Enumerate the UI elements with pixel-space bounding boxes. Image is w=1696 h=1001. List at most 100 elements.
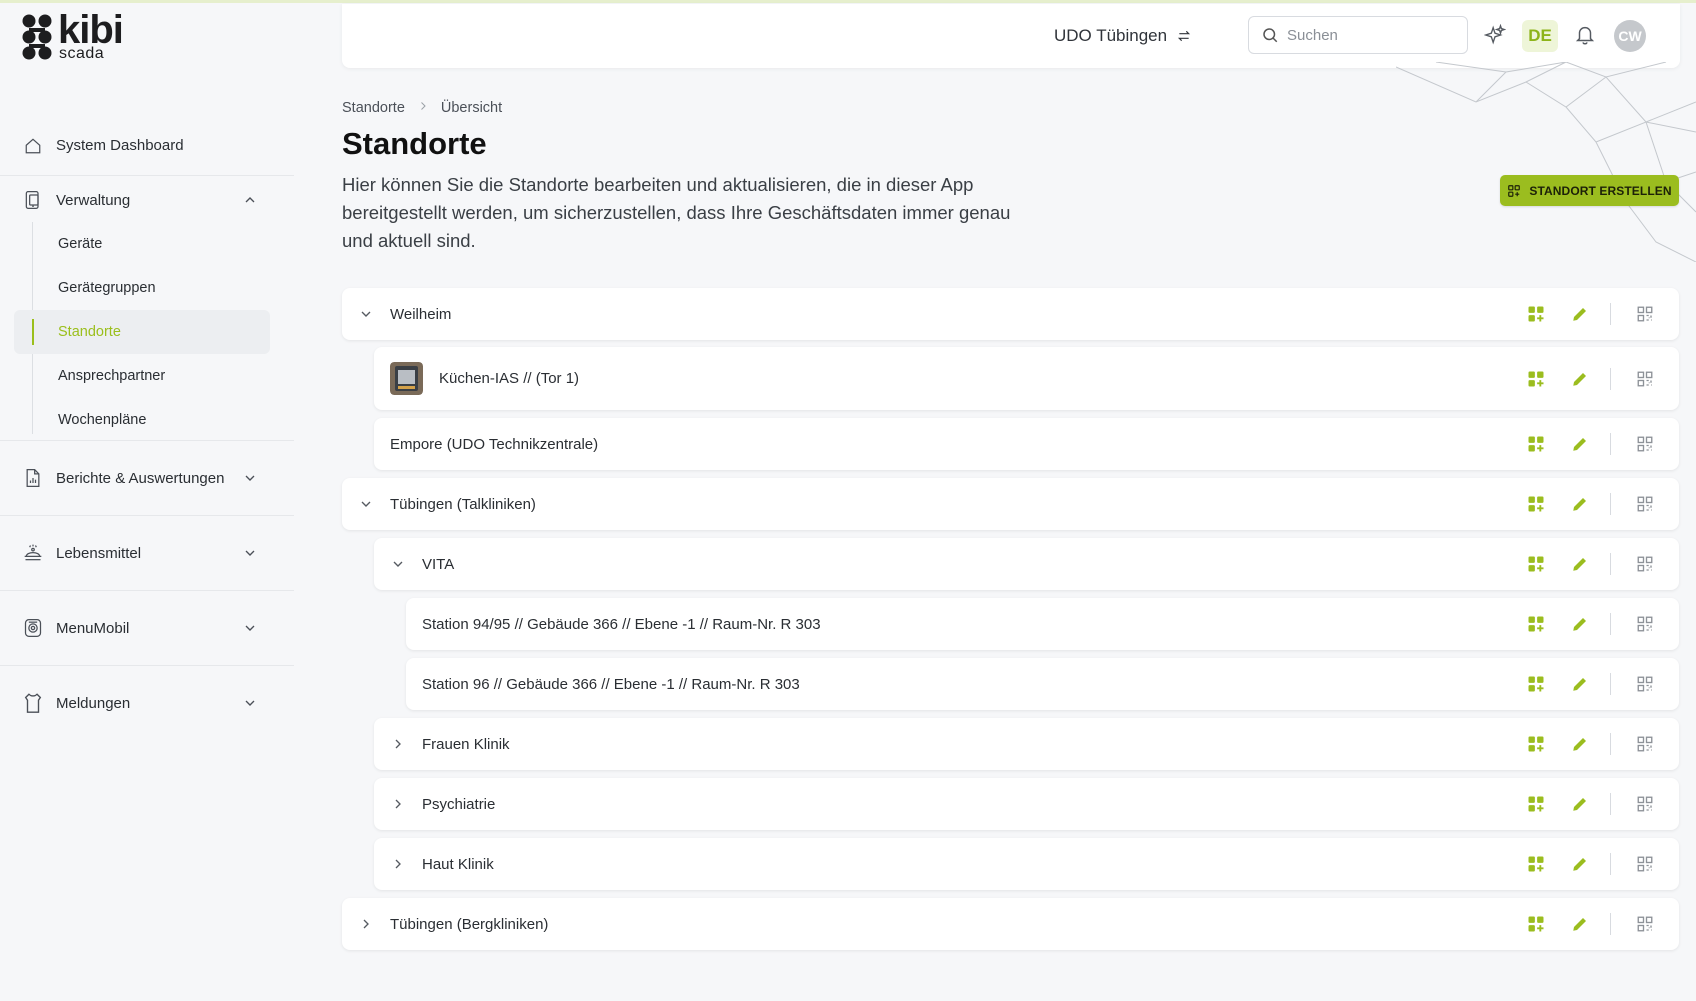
chevron-right-icon[interactable] bbox=[358, 916, 374, 932]
edit-pencil-icon[interactable] bbox=[1570, 554, 1590, 574]
tree-row[interactable]: Weilheim bbox=[342, 288, 1679, 340]
row-actions bbox=[1526, 367, 1655, 390]
logo-mark-icon bbox=[22, 14, 52, 60]
nav-system-dashboard[interactable]: System Dashboard bbox=[0, 116, 294, 176]
qr-code-icon[interactable] bbox=[1635, 674, 1655, 694]
sidebar-item-geraetegruppen[interactable]: Gerätegruppen bbox=[32, 266, 294, 310]
chevron-down-icon bbox=[245, 550, 255, 556]
sidebar-item-wochenplaene[interactable]: Wochenpläne bbox=[32, 398, 294, 442]
qr-code-icon[interactable] bbox=[1635, 494, 1655, 514]
edit-pencil-icon[interactable] bbox=[1570, 734, 1590, 754]
edit-pencil-icon[interactable] bbox=[1570, 614, 1590, 634]
tree-row-label: Station 94/95 // Gebäude 366 // Ebene -1… bbox=[422, 615, 821, 633]
add-child-icon[interactable] bbox=[1526, 554, 1546, 574]
add-child-icon[interactable] bbox=[1526, 674, 1546, 694]
nav-group-header-lebensmittel[interactable]: Lebensmittel bbox=[0, 531, 294, 575]
qr-code-icon[interactable] bbox=[1635, 854, 1655, 874]
nav-group-label: Lebensmittel bbox=[56, 544, 142, 562]
qr-code-icon[interactable] bbox=[1635, 369, 1655, 389]
edit-pencil-icon[interactable] bbox=[1570, 914, 1590, 934]
nav-group-label: MenuMobil bbox=[56, 619, 130, 637]
tree-row[interactable]: Station 96 // Gebäude 366 // Ebene -1 //… bbox=[406, 658, 1679, 710]
nav-group-header-berichte[interactable]: Berichte & Auswertungen bbox=[0, 456, 294, 500]
add-child-icon[interactable] bbox=[1526, 854, 1546, 874]
nav-group-berichte: Berichte & Auswertungen bbox=[0, 441, 294, 516]
edit-pencil-icon[interactable] bbox=[1570, 304, 1590, 324]
qr-code-icon[interactable] bbox=[1635, 614, 1655, 634]
tree-row-label: Psychiatrie bbox=[422, 795, 496, 813]
chevron-down-icon[interactable] bbox=[358, 496, 374, 512]
tree-row[interactable]: Tübingen (Bergkliniken) bbox=[342, 898, 1679, 950]
breadcrumb: Standorte Übersicht bbox=[342, 100, 502, 116]
chevron-down-icon[interactable] bbox=[358, 306, 374, 322]
nav-group-label: Verwaltung bbox=[56, 191, 131, 209]
nav-group-header-verwaltung[interactable]: Verwaltung bbox=[0, 178, 294, 222]
row-actions bbox=[1526, 613, 1655, 635]
avatar[interactable]: CW bbox=[1614, 20, 1646, 52]
tree-row-label: Empore (UDO Technikzentrale) bbox=[390, 435, 599, 453]
tree-row-label: Weilheim bbox=[390, 305, 452, 323]
chevron-right-icon[interactable] bbox=[390, 736, 406, 752]
qr-code-icon[interactable] bbox=[1635, 794, 1655, 814]
bell-icon[interactable] bbox=[1574, 24, 1596, 46]
language-button[interactable]: DE bbox=[1522, 20, 1558, 52]
qr-code-icon[interactable] bbox=[1635, 434, 1655, 454]
breadcrumb-item-standorte[interactable]: Standorte bbox=[342, 100, 405, 116]
logo[interactable]: kibi scada bbox=[20, 10, 124, 62]
tree-row[interactable]: Haut Klinik bbox=[374, 838, 1679, 890]
add-child-icon[interactable] bbox=[1526, 369, 1546, 389]
apron-icon bbox=[22, 692, 44, 714]
page-description: Hier können Sie die Standorte bearbeiten… bbox=[342, 174, 1011, 251]
add-child-icon[interactable] bbox=[1526, 914, 1546, 934]
edit-pencil-icon[interactable] bbox=[1570, 494, 1590, 514]
edit-pencil-icon[interactable] bbox=[1570, 674, 1590, 694]
tree-row[interactable]: Küchen-IAS // (Tor 1) bbox=[374, 347, 1679, 410]
edit-pencil-icon[interactable] bbox=[1570, 369, 1590, 389]
sparkle-ai-icon[interactable] bbox=[1484, 24, 1506, 46]
chevron-down-icon[interactable] bbox=[390, 556, 406, 572]
tree-row[interactable]: Frauen Klinik bbox=[374, 718, 1679, 770]
tree-row[interactable]: Tübingen (Talkliniken) bbox=[342, 478, 1679, 530]
create-location-button[interactable]: STANDORT ERSTELLEN bbox=[1500, 175, 1679, 206]
row-actions bbox=[1526, 673, 1655, 695]
device-thumbnail bbox=[390, 362, 423, 395]
qr-code-icon[interactable] bbox=[1635, 914, 1655, 934]
tree-row[interactable]: VITA bbox=[374, 538, 1679, 590]
chevron-right-icon[interactable] bbox=[390, 856, 406, 872]
add-child-icon[interactable] bbox=[1526, 494, 1546, 514]
location-switcher[interactable]: UDO Tübingen bbox=[1054, 26, 1191, 46]
row-actions bbox=[1526, 493, 1655, 515]
edit-pencil-icon[interactable] bbox=[1570, 434, 1590, 454]
tree-row[interactable]: Station 94/95 // Gebäude 366 // Ebene -1… bbox=[406, 598, 1679, 650]
home-icon bbox=[22, 135, 44, 157]
edit-pencil-icon[interactable] bbox=[1570, 794, 1590, 814]
sidebar-item-geraete[interactable]: Geräte bbox=[32, 222, 294, 266]
nav-group-header-meldungen[interactable]: Meldungen bbox=[0, 681, 294, 725]
swap-arrows-icon bbox=[1178, 30, 1191, 42]
tree-row[interactable]: Psychiatrie bbox=[374, 778, 1679, 830]
food-icon bbox=[22, 542, 44, 564]
nav-group-label: Meldungen bbox=[56, 694, 131, 712]
nav-group-menumobil: MenuMobil bbox=[0, 591, 294, 666]
tree-row-label: Frauen Klinik bbox=[422, 735, 510, 753]
qr-code-icon[interactable] bbox=[1635, 304, 1655, 324]
add-child-icon[interactable] bbox=[1526, 434, 1546, 454]
add-child-icon[interactable] bbox=[1526, 304, 1546, 324]
qr-code-icon[interactable] bbox=[1635, 554, 1655, 574]
add-child-icon[interactable] bbox=[1526, 734, 1546, 754]
tree-row[interactable]: Empore (UDO Technikzentrale) bbox=[374, 418, 1679, 470]
breadcrumb-item-uebersicht: Übersicht bbox=[440, 100, 503, 116]
row-actions bbox=[1526, 303, 1655, 325]
row-actions bbox=[1526, 433, 1655, 455]
qr-code-icon[interactable] bbox=[1635, 734, 1655, 754]
add-child-icon[interactable] bbox=[1526, 794, 1546, 814]
add-child-icon[interactable] bbox=[1526, 614, 1546, 634]
edit-pencil-icon[interactable] bbox=[1570, 854, 1590, 874]
search-input[interactable] bbox=[1287, 26, 1457, 44]
chevron-right-icon[interactable] bbox=[390, 796, 406, 812]
nav-group-header-menumobil[interactable]: MenuMobil bbox=[0, 606, 294, 650]
sidebar-item-standorte[interactable]: Standorte bbox=[14, 310, 270, 354]
sidebar-item-ansprechpartner[interactable]: Ansprechpartner bbox=[32, 354, 294, 398]
tree-row-label: Tübingen (Talkliniken) bbox=[390, 495, 536, 513]
nav-label: System Dashboard bbox=[56, 137, 184, 154]
